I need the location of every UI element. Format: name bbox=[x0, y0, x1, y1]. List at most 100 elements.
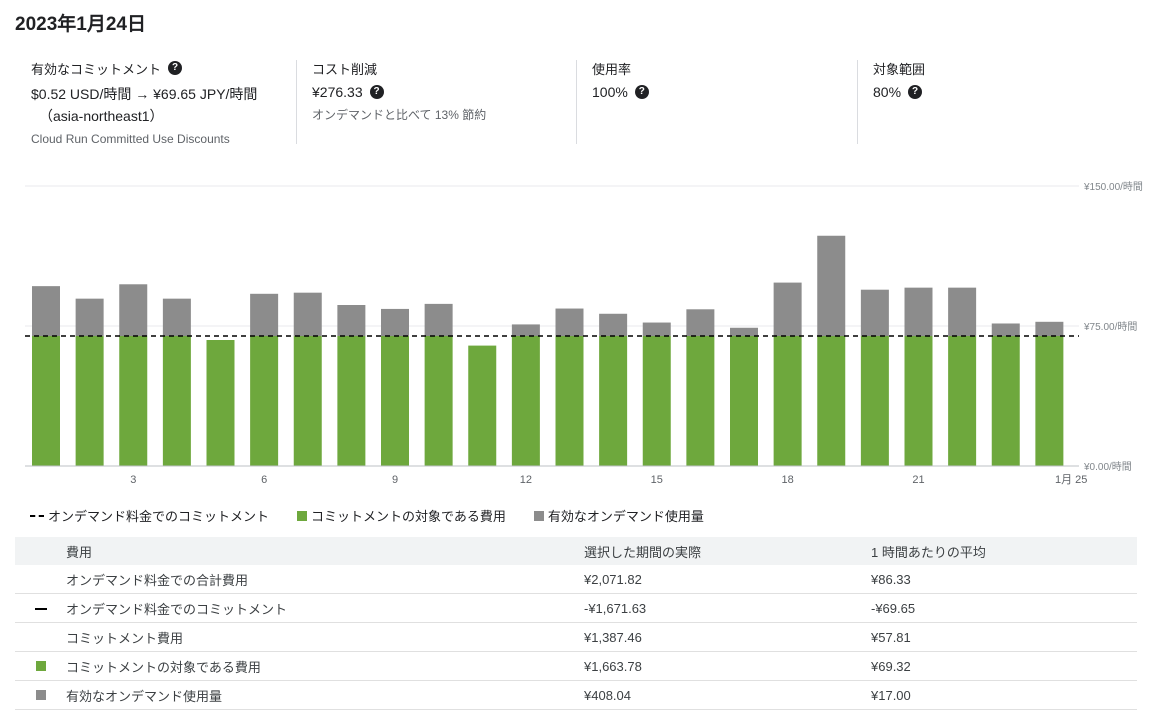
coverage-card: 対象範囲 80% ? bbox=[873, 58, 1133, 144]
x-tick-label: 1月 25 bbox=[1055, 474, 1087, 486]
bar-covered bbox=[293, 335, 322, 466]
divider bbox=[576, 60, 577, 144]
bar-on-demand bbox=[686, 309, 715, 336]
coverage-value: 80% bbox=[873, 84, 902, 100]
bar-on-demand bbox=[773, 282, 802, 336]
dash-line-icon bbox=[34, 608, 47, 611]
bar-covered bbox=[337, 335, 366, 466]
table-row: オンデマンド料金でのコミットメント -¥1,671.63 -¥69.65 bbox=[15, 593, 1137, 623]
x-tick-label: 3 bbox=[130, 474, 136, 486]
row-actual: -¥1,671.63 bbox=[584, 593, 871, 623]
bar-covered bbox=[686, 335, 715, 466]
green-square-icon bbox=[35, 660, 46, 671]
row-actual: ¥408.04 bbox=[584, 680, 871, 710]
x-tick-label: 12 bbox=[520, 474, 532, 486]
commitment-value: $0.52 USD/時間 → ¥69.65 JPY/時間 bbox=[31, 86, 258, 102]
bar-covered bbox=[250, 335, 279, 466]
bar-on-demand bbox=[381, 308, 409, 336]
row-actual: ¥1,387.46 bbox=[584, 622, 871, 652]
x-tick-label: 21 bbox=[912, 474, 924, 486]
bar-on-demand bbox=[860, 289, 889, 336]
commitment-region: （asia-northeast1） bbox=[39, 108, 164, 124]
bar-on-demand bbox=[337, 305, 366, 336]
cost-chart: ¥0.00/時間 ¥75.00/時間 ¥150.00/時間 3 6 9 12 15 18 21 1月… bbox=[25, 181, 1143, 486]
commitment-card: 有効なコミットメント ? $0.52 USD/時間 → ¥69.65 JPY/時… bbox=[31, 58, 293, 146]
table-row: 有効なオンデマンド使用量 ¥408.04 ¥17.00 bbox=[15, 680, 1137, 710]
chart-legend: オンデマンド料金でのコミットメント コミットメントの対象である費用 有効なオンデ… bbox=[30, 506, 732, 525]
divider bbox=[857, 60, 858, 144]
commitment-label: 有効なコミットメント bbox=[31, 61, 162, 77]
utilization-card: 使用率 100% ? bbox=[592, 58, 852, 144]
x-tick-label: 6 bbox=[261, 474, 267, 486]
bar-covered bbox=[206, 340, 235, 466]
y-tick-label: ¥75.00/時間 bbox=[1083, 321, 1137, 333]
bar-covered bbox=[381, 335, 409, 466]
bar-covered bbox=[468, 345, 497, 466]
row-avg: ¥17.00 bbox=[871, 680, 1137, 710]
savings-card: コスト削減 ¥276.33 ? オンデマンドと比べて 13% 節約 bbox=[312, 58, 572, 144]
coverage-label: 対象範囲 bbox=[873, 61, 926, 77]
commitment-product: Cloud Run Committed Use Discounts bbox=[31, 132, 230, 146]
help-icon[interactable]: ? bbox=[168, 61, 183, 75]
bar-on-demand bbox=[293, 292, 322, 336]
green-square-icon bbox=[297, 510, 308, 521]
legend-item-commitment[interactable]: オンデマンド料金でのコミットメント bbox=[30, 506, 269, 525]
bar-on-demand bbox=[730, 327, 758, 336]
row-avg: ¥86.33 bbox=[871, 565, 1137, 594]
row-name: オンデマンド料金での合計費用 bbox=[66, 565, 584, 594]
bar-covered bbox=[424, 335, 453, 466]
bar-on-demand bbox=[948, 287, 977, 336]
help-icon[interactable]: ? bbox=[634, 85, 649, 99]
table-header-row: 費用 選択した期間の実際 1 時間あたりの平均 bbox=[15, 537, 1137, 565]
bar-covered bbox=[162, 335, 191, 466]
bar-covered bbox=[75, 335, 104, 466]
header-hourly-average: 1 時間あたりの平均 bbox=[871, 544, 986, 560]
bar-covered bbox=[599, 335, 628, 466]
bar-on-demand bbox=[162, 298, 191, 336]
y-tick-label: ¥0.00/時間 bbox=[1083, 461, 1132, 473]
legend-item-covered[interactable]: コミットメントの対象である費用 bbox=[297, 506, 506, 525]
legend-label: 有効なオンデマンド使用量 bbox=[547, 509, 704, 524]
help-icon[interactable]: ? bbox=[908, 85, 923, 99]
bar-on-demand bbox=[250, 293, 279, 336]
bar-on-demand bbox=[75, 298, 104, 336]
header-cost: 費用 bbox=[66, 544, 93, 560]
dash-line-icon bbox=[30, 514, 44, 517]
bar-covered bbox=[773, 335, 802, 466]
bar-on-demand bbox=[642, 322, 671, 336]
legend-label: オンデマンド料金でのコミットメント bbox=[48, 509, 270, 524]
x-tick-label: 9 bbox=[392, 474, 398, 486]
bar-covered bbox=[555, 335, 584, 466]
bar-covered bbox=[817, 335, 846, 466]
table-row: オンデマンド料金での合計費用 ¥2,071.82 ¥86.33 bbox=[15, 565, 1137, 594]
bar-on-demand bbox=[424, 303, 453, 336]
gray-square-icon bbox=[35, 689, 46, 700]
bar-covered bbox=[511, 335, 540, 466]
bar-covered bbox=[904, 335, 933, 466]
savings-label: コスト削減 bbox=[312, 61, 378, 77]
legend-item-on-demand[interactable]: 有効なオンデマンド使用量 bbox=[533, 506, 704, 525]
divider bbox=[296, 60, 297, 144]
bar-on-demand bbox=[817, 235, 846, 336]
y-tick-label: ¥150.00/時間 bbox=[1083, 181, 1143, 193]
table-row: コミットメント費用 ¥1,387.46 ¥57.81 bbox=[15, 622, 1137, 652]
row-avg: ¥69.32 bbox=[871, 651, 1137, 681]
bar-on-demand bbox=[555, 308, 584, 336]
summary-cards: 有効なコミットメント ? $0.52 USD/時間 → ¥69.65 JPY/時… bbox=[0, 58, 1152, 148]
savings-sub: オンデマンドと比べて 13% 節約 bbox=[312, 108, 487, 122]
savings-value: ¥276.33 bbox=[312, 84, 363, 100]
header-actual: 選択した期間の実際 bbox=[584, 544, 702, 560]
bar-covered bbox=[991, 335, 1020, 466]
page-title: 2023年1月24日 bbox=[15, 14, 146, 35]
bar-covered bbox=[32, 335, 60, 466]
bar-on-demand bbox=[511, 324, 540, 336]
utilization-value: 100% bbox=[592, 84, 628, 100]
help-icon[interactable]: ? bbox=[369, 85, 384, 99]
bar-covered bbox=[1035, 335, 1064, 466]
bar-on-demand bbox=[991, 323, 1020, 336]
bar-on-demand bbox=[32, 286, 60, 336]
row-name: 有効なオンデマンド使用量 bbox=[66, 680, 584, 710]
x-tick-label: 15 bbox=[651, 474, 663, 486]
row-name: コミットメント費用 bbox=[66, 622, 584, 652]
row-actual: ¥2,071.82 bbox=[584, 565, 871, 594]
